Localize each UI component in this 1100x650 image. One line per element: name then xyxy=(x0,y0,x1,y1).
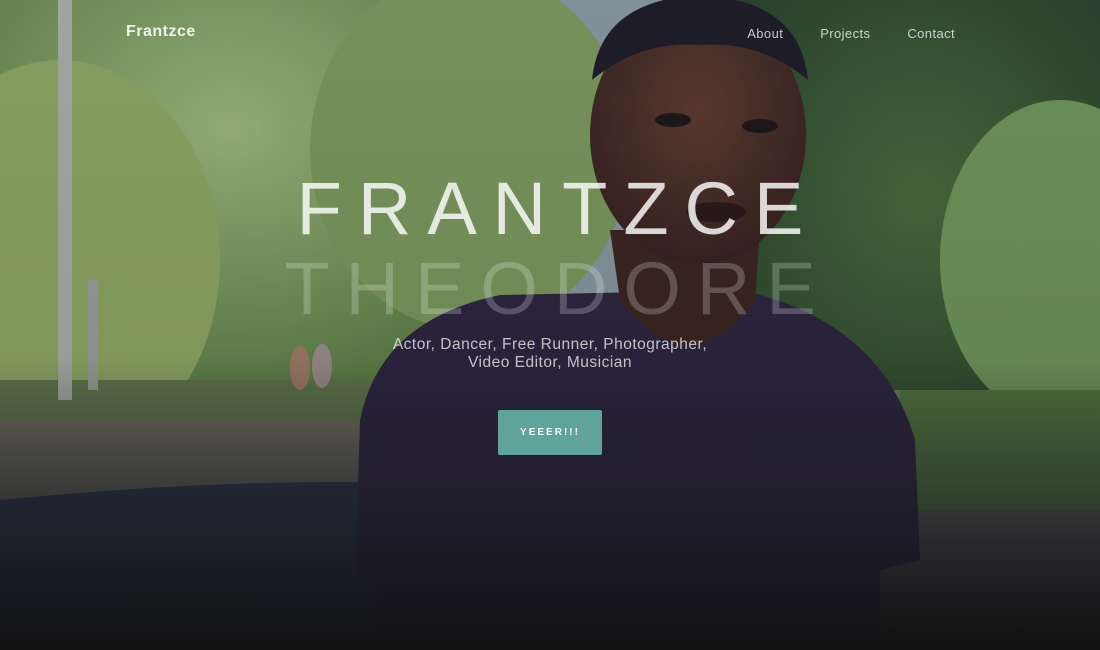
brand-logo-link[interactable]: Frantzce xyxy=(126,23,196,41)
nav-link-projects[interactable]: Projects xyxy=(820,26,870,41)
hero-first-name: FRANTZCE xyxy=(296,167,820,250)
top-navbar: Frantzce About Projects Contact xyxy=(0,0,1100,66)
nav-link-contact[interactable]: Contact xyxy=(907,26,955,41)
hero-last-name: THEODORE xyxy=(284,247,832,330)
hero-section: Frantzce About Projects Contact FRANTZCE… xyxy=(0,0,1100,650)
hero-tagline: Actor, Dancer, Free Runner, Photographer… xyxy=(392,336,708,371)
cta-button[interactable]: YEEER!!! xyxy=(498,410,602,455)
nav-links: About Projects Contact xyxy=(747,26,955,41)
nav-link-about[interactable]: About xyxy=(747,26,783,41)
